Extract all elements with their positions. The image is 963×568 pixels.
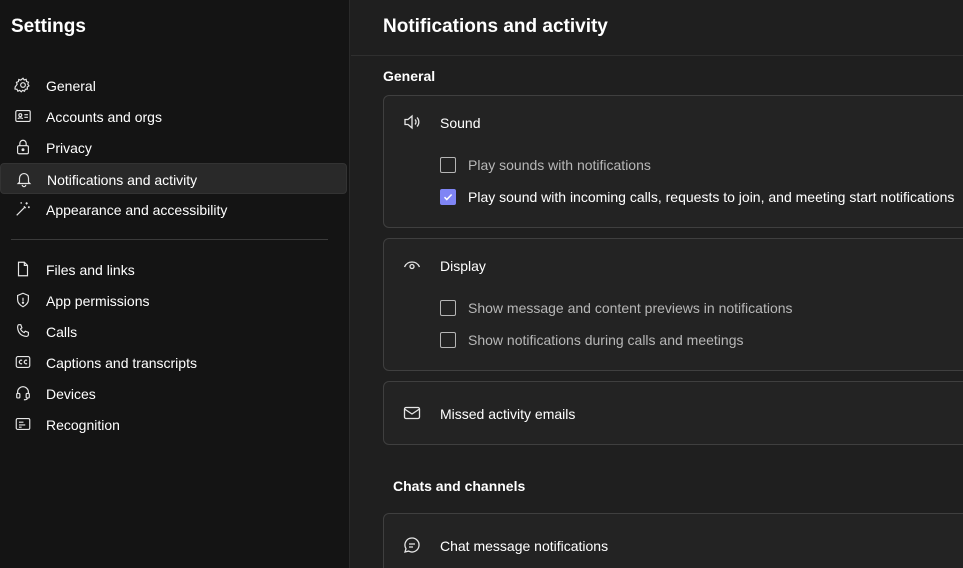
main-panel: Notifications and activity General Sound… <box>351 0 963 568</box>
section-title-chats: Chats and channels <box>393 478 526 494</box>
sidebar-item-label: Calls <box>46 324 78 340</box>
notifications-during-calls-label: Show notifications during calls and meet… <box>468 332 744 348</box>
play-sounds-option[interactable]: Play sounds with notifications <box>440 156 651 174</box>
sidebar-item-label: Devices <box>46 386 96 402</box>
magic-wand-icon <box>14 200 32 218</box>
chat-message-label: Chat message notifications <box>440 538 609 554</box>
chat-message-card[interactable]: Chat message notifications <box>383 513 963 568</box>
sidebar-item-files[interactable]: Files and links <box>0 254 347 285</box>
incoming-call-sound-label: Play sound with incoming calls, requests… <box>468 189 955 205</box>
checkmark-icon <box>443 193 453 201</box>
message-previews-option[interactable]: Show message and content previews in not… <box>440 299 793 317</box>
incoming-call-sound-option[interactable]: Play sound with incoming calls, requests… <box>440 188 954 206</box>
sound-card: Sound Play sounds with notifications Pla… <box>383 95 963 228</box>
settings-window: Settings General Accounts and orgs Priva… <box>0 0 963 568</box>
sidebar-item-notifications[interactable]: Notifications and activity <box>0 163 347 194</box>
play-sounds-checkbox[interactable] <box>440 157 456 173</box>
sidebar-item-general[interactable]: General <box>0 70 347 101</box>
sidebar: Settings General Accounts and orgs Priva… <box>0 0 350 568</box>
sidebar-title: Settings <box>11 16 86 37</box>
sidebar-item-devices[interactable]: Devices <box>0 378 347 409</box>
sidebar-item-label: Files and links <box>46 262 135 278</box>
sidebar-item-appearance[interactable]: Appearance and accessibility <box>0 194 347 225</box>
sidebar-item-label: App permissions <box>46 293 150 309</box>
lock-icon <box>14 138 32 156</box>
bell-icon <box>15 170 33 188</box>
incoming-call-sound-checkbox[interactable] <box>440 189 456 205</box>
message-previews-checkbox[interactable] <box>440 300 456 316</box>
sidebar-item-label: General <box>46 78 96 94</box>
sidebar-item-label: Notifications and activity <box>47 172 198 188</box>
mail-icon <box>402 403 422 423</box>
display-card: Display Show message and content preview… <box>383 238 963 371</box>
sidebar-item-app-permissions[interactable]: App permissions <box>0 285 347 316</box>
sidebar-item-privacy[interactable]: Privacy <box>0 132 347 163</box>
section-title-general: General <box>383 68 436 84</box>
display-label: Display <box>440 258 486 274</box>
sidebar-item-calls[interactable]: Calls <box>0 316 347 347</box>
speaker-icon <box>402 112 422 132</box>
chat-bubble-icon <box>402 535 422 555</box>
sidebar-item-captions[interactable]: Captions and transcripts <box>0 347 347 378</box>
sidebar-divider <box>11 239 328 240</box>
sidebar-item-recognition[interactable]: Recognition <box>0 409 347 440</box>
recognition-icon <box>14 415 32 433</box>
sidebar-item-label: Accounts and orgs <box>46 109 162 125</box>
sidebar-item-label: Captions and transcripts <box>46 355 197 371</box>
play-sounds-label: Play sounds with notifications <box>468 157 651 173</box>
id-card-icon <box>14 107 32 125</box>
missed-activity-label: Missed activity emails <box>440 406 576 422</box>
sidebar-item-label: Privacy <box>46 140 92 156</box>
message-previews-label: Show message and content previews in not… <box>468 300 793 316</box>
document-icon <box>14 260 32 278</box>
main-header: Notifications and activity <box>351 0 963 56</box>
page-title: Notifications and activity <box>383 16 608 37</box>
gear-icon <box>14 76 32 94</box>
sound-label: Sound <box>440 115 481 131</box>
missed-activity-card[interactable]: Missed activity emails <box>383 381 963 445</box>
sidebar-item-label: Appearance and accessibility <box>46 202 228 218</box>
eye-icon <box>402 255 422 275</box>
phone-icon <box>14 322 32 340</box>
closed-captions-icon <box>14 353 32 371</box>
notifications-during-calls-checkbox[interactable] <box>440 332 456 348</box>
headset-icon <box>14 384 32 402</box>
sidebar-item-accounts[interactable]: Accounts and orgs <box>0 101 347 132</box>
shield-icon <box>14 291 32 309</box>
notifications-during-calls-option[interactable]: Show notifications during calls and meet… <box>440 331 744 349</box>
sidebar-item-label: Recognition <box>46 417 120 433</box>
